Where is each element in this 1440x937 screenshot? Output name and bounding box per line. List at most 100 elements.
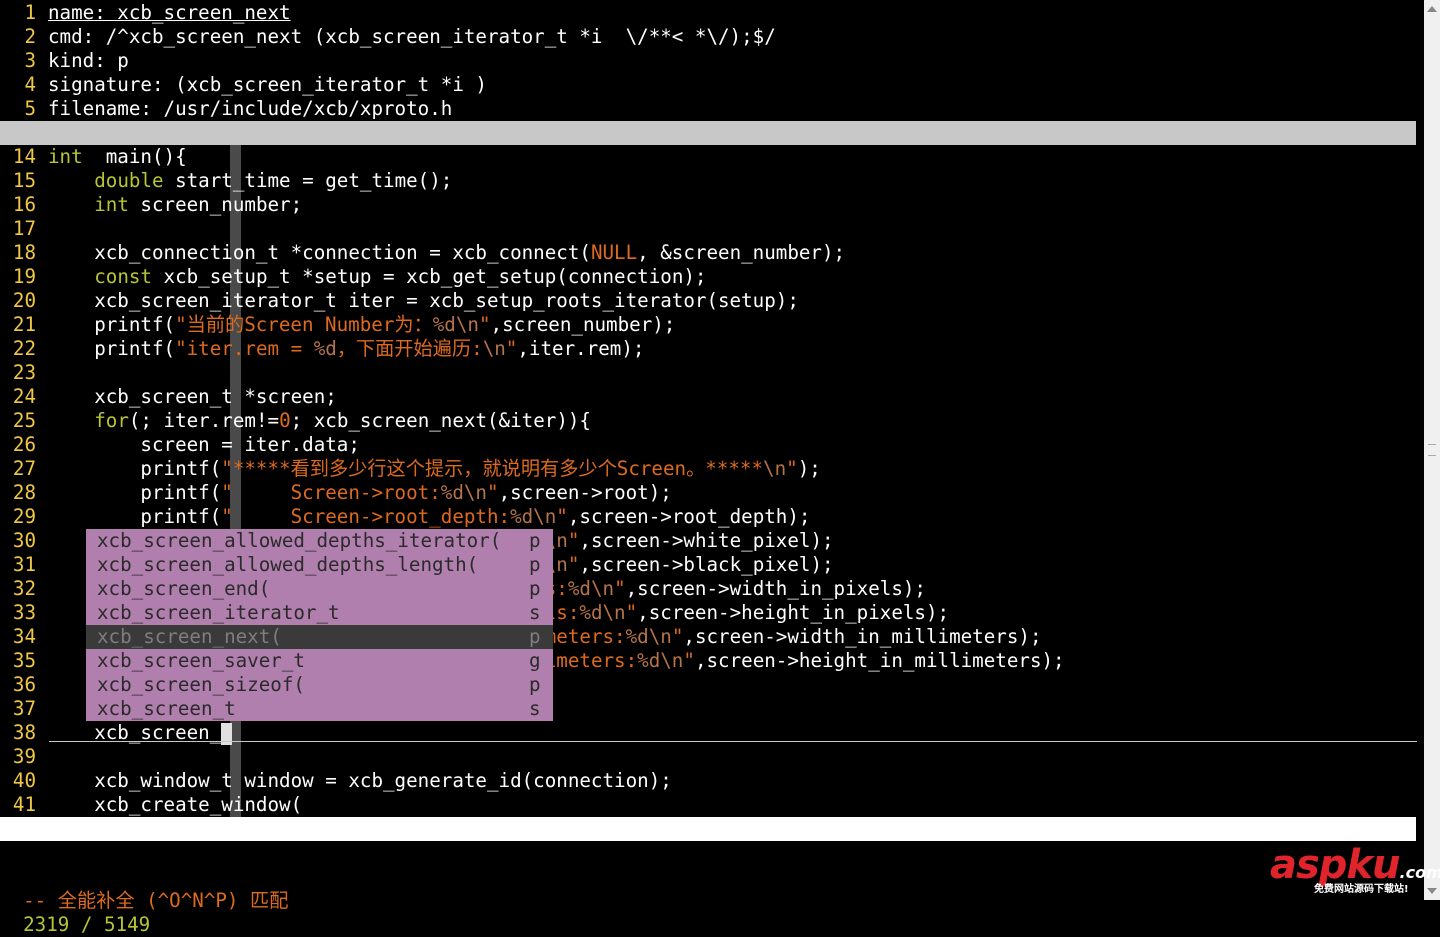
token-text: ,screen->black_pixel);: [579, 553, 834, 576]
code-line[interactable]: 39: [0, 745, 1424, 769]
code-line[interactable]: 16 int screen_number;: [0, 193, 1424, 217]
completion-item[interactable]: xcb_screen_saver_t g: [86, 649, 553, 673]
preview-status-bar: [Scratch] [预览] 1,1 顶端: [0, 121, 1416, 216]
line-number: 4: [24, 73, 36, 96]
token-fmt: %d\n: [567, 577, 615, 600]
token-str: "*****看到多少行这个提示，就说明有多少个Screen。*****: [221, 457, 764, 480]
code-line[interactable]: 17: [0, 217, 1424, 241]
line-number: 40: [12, 769, 36, 792]
line-number: 3: [24, 49, 36, 72]
token-fmt: %d: [313, 337, 337, 360]
scroll-grip-icon[interactable]: [1428, 444, 1436, 456]
line-number: 24: [12, 385, 36, 408]
completion-item-kind: p: [529, 673, 541, 696]
editor-status-bar: 02-screen-iterator.c [+] 38,5 39%: [0, 817, 1416, 912]
token-text: printf(: [48, 481, 222, 504]
completion-item[interactable]: xcb_screen_allowed_depths_length(p: [86, 553, 553, 577]
token-text: xcb_screen_iterator_t iter = xcb_setup_r…: [48, 289, 799, 312]
completion-item-label: xcb_screen_sizeof(: [97, 673, 305, 696]
completion-item-kind: p: [529, 625, 541, 648]
code-line-text: xcb_create_window(: [48, 793, 302, 816]
line-number: 36: [12, 673, 36, 696]
code-line[interactable]: 23: [0, 361, 1424, 385]
code-line[interactable]: 19 const xcb_setup_t *setup = xcb_get_se…: [0, 265, 1424, 289]
token-str: ，下面开始遍历:: [336, 337, 483, 360]
token-text: xcb_setup_t *setup = xcb_get_setup(conne…: [151, 265, 707, 288]
code-line-text: double start_time = get_time();: [48, 169, 452, 192]
code-line[interactable]: 29 printf(" Screen->root_depth:%d\n",scr…: [0, 505, 1424, 529]
code-line-text: printf(" Screen->root_depth:%d\n",screen…: [48, 505, 810, 528]
code-line[interactable]: 41 xcb_create_window(: [0, 793, 1424, 817]
completion-item[interactable]: xcb_screen_next(p: [86, 625, 553, 649]
window-scrollbar[interactable]: [1424, 0, 1440, 900]
code-line[interactable]: 20 xcb_screen_iterator_t iter = xcb_setu…: [0, 289, 1424, 313]
preview-line[interactable]: 5 filename: /usr/include/xcb/xproto.h: [0, 97, 1424, 121]
token-fmt: \n: [482, 337, 506, 360]
code-line[interactable]: 22 printf("iter.rem = %d，下面开始遍历:\n",iter…: [0, 337, 1424, 361]
token-text: xcb_window_t window = xcb_generate_id(co…: [48, 769, 672, 792]
token-text: xcb_screen_t *screen;: [48, 385, 337, 408]
aspku-watermark-logo: aspku.com 免费网站源码下载站!: [1270, 842, 1440, 895]
completion-item[interactable]: xcb_screen_allowed_depths_iterator(p: [86, 529, 553, 553]
completion-item[interactable]: xcb_screen_sizeof( p: [86, 673, 553, 697]
token-text: ; xcb_screen_next(&iter)){: [290, 409, 591, 432]
token-num: NULL: [590, 241, 638, 264]
line-number: 15: [12, 169, 36, 192]
token-text: printf(: [48, 505, 222, 528]
token-str: ": [567, 553, 580, 576]
completion-popup[interactable]: xcb_screen_allowed_depths_iterator(p xcb_…: [86, 529, 553, 721]
code-line[interactable]: 28 printf(" Screen->root:%d\n",screen->r…: [0, 481, 1424, 505]
line-number: 38: [12, 721, 36, 744]
preview-line[interactable]: 2 cmd: /^xcb_screen_next (xcb_screen_iter…: [0, 25, 1424, 49]
completion-item[interactable]: xcb_screen_end(p: [86, 577, 553, 601]
token-text: (; iter.rem!=: [128, 409, 280, 432]
line-number: 5: [24, 97, 36, 120]
code-line[interactable]: 24 xcb_screen_t *screen;: [0, 385, 1424, 409]
code-line[interactable]: 21 printf("当前的Screen Number为：%d\n",scree…: [0, 313, 1424, 337]
token-text: ,iter.rem);: [517, 337, 645, 360]
token-num: 0: [279, 409, 291, 432]
token-text: ,screen->width_in_millimeters);: [683, 625, 1042, 648]
preview-line[interactable]: 4 signature: (xcb_screen_iterator_t *i ): [0, 73, 1424, 97]
code-line-text: int screen_number;: [48, 193, 302, 216]
code-line[interactable]: 40 xcb_window_t window = xcb_generate_id…: [0, 769, 1424, 793]
line-number: 17: [12, 217, 36, 240]
code-line[interactable]: 15 double start_time = get_time();: [0, 169, 1424, 193]
completion-item[interactable]: xcb_screen_t s: [86, 697, 553, 721]
token-text: ,screen->height_in_millimeters);: [694, 649, 1065, 672]
line-number: 25: [12, 409, 36, 432]
token-str: ": [683, 649, 695, 672]
line-number: 21: [12, 313, 36, 336]
preview-line[interactable]: 1 name: xcb_screen_next: [0, 1, 1424, 25]
scroll-up-arrow-icon[interactable]: [1427, 6, 1437, 12]
token-fmt: %d\n: [510, 505, 557, 528]
completion-item-kind: s: [529, 697, 541, 720]
completion-item-kind: p: [529, 553, 541, 576]
line-number: 37: [12, 697, 36, 720]
completion-item-label: xcb_screen_allowed_depths_iterator(: [97, 529, 502, 552]
code-line[interactable]: 27 printf("*****看到多少行这个提示，就说明有多少个Screen。…: [0, 457, 1424, 481]
token-text: ,screen->height_in_pixels);: [637, 601, 950, 624]
code-line[interactable]: 18 xcb_connection_t *connection = xcb_co…: [0, 241, 1424, 265]
token-text: start_time = get_time();: [163, 169, 453, 192]
line-number: 35: [12, 649, 36, 672]
preview-line[interactable]: 3 kind: p: [0, 49, 1424, 73]
completion-item-label: xcb_screen_iterator_t: [97, 601, 340, 624]
line-number: 28: [12, 481, 36, 504]
code-line[interactable]: 26 screen = iter.data;: [0, 433, 1424, 457]
code-line-text: printf("当前的Screen Number为：%d\n",screen_n…: [48, 313, 675, 336]
token-text: main(){: [82, 145, 187, 168]
code-line[interactable]: 14 int main(){: [0, 145, 1424, 169]
preview-line-text: name: xcb_screen_next: [48, 1, 291, 24]
editor-status-filename: 02-screen-iterator.c [+]: [2, 841, 280, 864]
line-number: 22: [12, 337, 36, 360]
code-line[interactable]: 25 for(; iter.rem!=0; xcb_screen_next(&i…: [0, 409, 1424, 433]
token-str: ": [625, 601, 638, 624]
line-number: 33: [12, 601, 36, 624]
token-fmt: %d\n: [579, 601, 626, 624]
scroll-down-arrow-icon[interactable]: [1427, 888, 1437, 894]
token-str: ": [567, 529, 580, 552]
completion-item[interactable]: xcb_screen_iterator_t s: [86, 601, 553, 625]
preview-line-text: kind: p: [48, 49, 129, 72]
